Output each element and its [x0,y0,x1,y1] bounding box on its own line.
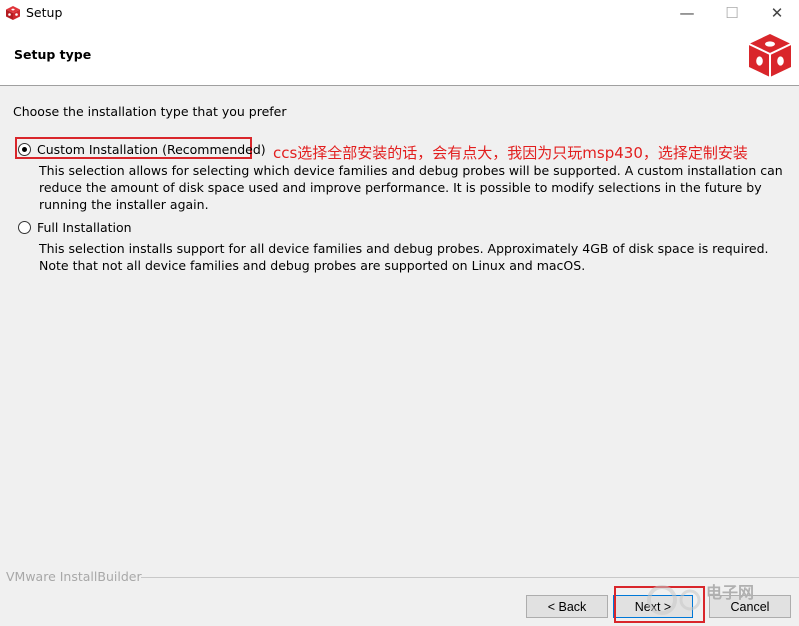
custom-installation-radio[interactable] [18,142,31,156]
watermark-text: 电子网 [706,583,755,602]
minimize-button[interactable]: — [664,0,710,27]
back-button[interactable]: < Back [526,595,608,618]
close-icon: ✕ [770,4,784,22]
close-button[interactable]: ✕ [754,0,799,27]
minimize-icon: — [679,4,695,22]
title-bar: Setup — ☐ ✕ [0,0,799,27]
page-title: Setup type [14,47,92,62]
window-title: Setup [26,5,63,20]
full-installation-description: This selection installs support for all … [39,241,769,273]
app-cube-icon [6,6,20,20]
full-installation-label: Full Installation [37,219,132,235]
full-installation-option[interactable]: Full Installation [18,218,132,236]
maximize-icon: ☐ [725,4,739,22]
custom-installation-label: Custom Installation (Recommended) [37,141,266,157]
maximize-button[interactable]: ☐ [709,0,755,27]
red-annotation-text: ccs选择全部安装的话，会有点大，我因为只玩msp430，选择定制安装 [273,144,748,162]
cube-logo-icon [748,34,792,77]
installbuilder-brand: VMware InstallBuilder [6,569,142,584]
custom-installation-description: This selection allows for selecting whic… [39,163,783,212]
full-installation-radio[interactable] [18,220,31,234]
install-type-prompt: Choose the installation type that you pr… [13,104,287,119]
page-header: Setup type [0,27,799,86]
custom-installation-option[interactable]: Custom Installation (Recommended) [18,140,266,158]
